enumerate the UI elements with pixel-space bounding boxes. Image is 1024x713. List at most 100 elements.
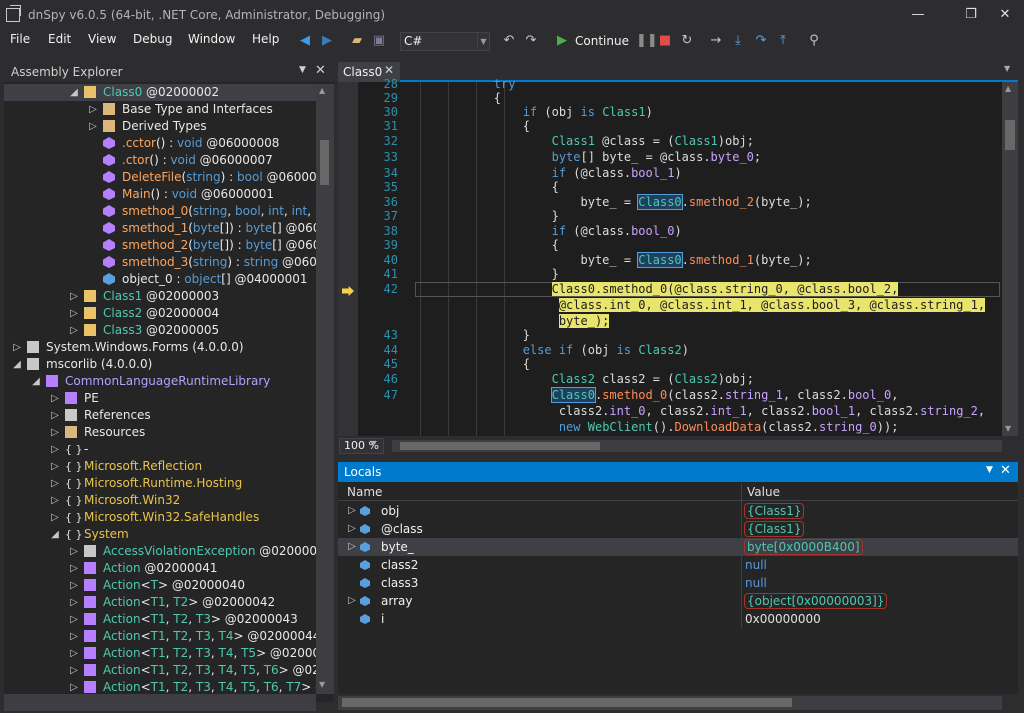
minimize-button[interactable]: —: [903, 4, 933, 26]
menu-view[interactable]: View: [88, 32, 116, 46]
close-panel-icon[interactable]: ✕: [315, 63, 326, 78]
tree-node[interactable]: ▷ References: [4, 407, 316, 424]
expand-icon[interactable]: ▷: [69, 288, 79, 305]
collapse-icon[interactable]: ◢: [12, 356, 22, 373]
tree-node[interactable]: ▷ Action<T> @02000040: [4, 577, 316, 594]
locals-row[interactable]: ▷ obj {Class1}: [338, 502, 1018, 520]
expand-icon[interactable]: ▷: [88, 101, 98, 118]
tree-node[interactable]: ▷ Action<T1, T2, T3, T4, T5, T6, T7> @020: [4, 679, 316, 694]
tree-node[interactable]: ▷ { } Microsoft.Win32.SafeHandles: [4, 509, 316, 526]
expand-icon[interactable]: ▷: [347, 541, 357, 552]
local-value[interactable]: null: [745, 558, 767, 572]
stop-icon[interactable]: ■: [656, 32, 674, 50]
expand-icon[interactable]: ▷: [69, 645, 79, 662]
tree-scroll-thumb[interactable]: [320, 140, 329, 185]
expand-icon[interactable]: ▷: [69, 305, 79, 322]
expand-icon[interactable]: ▷: [50, 390, 60, 407]
local-value[interactable]: {Class1}: [743, 503, 805, 519]
locals-row[interactable]: class3 null: [338, 574, 1018, 592]
tree-node[interactable]: ▷ AccessViolationException @0200008F: [4, 543, 316, 560]
expand-icon[interactable]: ▷: [69, 628, 79, 645]
tree-node[interactable]: ◢ CommonLanguageRuntimeLibrary: [4, 373, 316, 390]
chevron-down-icon[interactable]: ▼: [370, 439, 382, 448]
expand-icon[interactable]: ▷: [50, 441, 60, 458]
locals-row[interactable]: i 0x00000000: [338, 610, 1018, 628]
local-value[interactable]: {object[0x00000003]}: [743, 593, 888, 609]
undo-icon[interactable]: ↶: [500, 32, 518, 50]
expand-icon[interactable]: ▷: [50, 475, 60, 492]
tree-node[interactable]: ◢ Class0 @02000002: [4, 84, 316, 101]
tree-node[interactable]: smethod_0(string, bool, int, int, bool: [4, 203, 316, 220]
tree-node[interactable]: ▷ System.Windows.Forms (4.0.0.0): [4, 339, 316, 356]
forward-icon[interactable]: ▶: [318, 32, 336, 50]
expand-icon[interactable]: ▷: [347, 505, 357, 516]
menu-debug[interactable]: Debug: [133, 32, 172, 46]
tree-node[interactable]: ▷ { } Microsoft.Reflection: [4, 458, 316, 475]
column-name-header[interactable]: Name: [347, 485, 382, 499]
chevron-down-icon[interactable]: ▼: [299, 65, 306, 75]
expand-icon[interactable]: ▷: [50, 509, 60, 526]
locals-hscroll-thumb[interactable]: [342, 698, 792, 707]
expand-icon[interactable]: ▷: [50, 407, 60, 424]
expand-icon[interactable]: ▷: [347, 523, 357, 534]
back-icon[interactable]: ◀: [296, 32, 314, 50]
close-panel-icon[interactable]: ✕: [1000, 463, 1011, 478]
maximize-button[interactable]: ❐: [956, 4, 986, 26]
expand-icon[interactable]: ▷: [69, 611, 79, 628]
scroll-down-icon[interactable]: ▼: [1005, 424, 1011, 433]
tree-node[interactable]: ▷ Action<T1, T2, T3, T4, T5> @0200004A: [4, 645, 316, 662]
expand-icon[interactable]: ▷: [69, 543, 79, 560]
expand-icon[interactable]: ▷: [50, 458, 60, 475]
scroll-up-icon[interactable]: ▲: [1005, 84, 1011, 93]
locals-row[interactable]: ▷ @class {Class1}: [338, 520, 1018, 538]
local-value[interactable]: null: [745, 576, 767, 590]
code-scroll-thumb[interactable]: [1005, 120, 1015, 150]
language-select[interactable]: C# ▼: [400, 32, 490, 51]
tree-node[interactable]: ◢ mscorlib (4.0.0.0): [4, 356, 316, 373]
tree-node[interactable]: ▷ Derived Types: [4, 118, 316, 135]
search-icon[interactable]: ⚲: [805, 32, 823, 50]
tree-node[interactable]: DeleteFile(string) : bool @06000006: [4, 169, 316, 186]
expand-icon[interactable]: ▷: [69, 594, 79, 611]
expand-icon[interactable]: ▷: [69, 560, 79, 577]
pause-icon[interactable]: ❚❚: [636, 32, 658, 50]
step-out-icon[interactable]: ⤒: [774, 32, 792, 50]
step-over-icon[interactable]: ↷: [752, 32, 770, 50]
expand-icon[interactable]: ▷: [69, 662, 79, 679]
expand-icon[interactable]: ▷: [69, 577, 79, 594]
scroll-down-icon[interactable]: ▼: [319, 680, 325, 689]
step-into-icon[interactable]: ⤓: [729, 32, 747, 50]
local-value[interactable]: byte[0x0000B400]: [744, 539, 863, 555]
tree-node[interactable]: smethod_2(byte[]) : byte[] @0600000: [4, 237, 316, 254]
expand-icon[interactable]: ▷: [347, 595, 357, 606]
locals-row[interactable]: ▷ array {object[0x00000003]}: [338, 592, 1018, 610]
tree-node[interactable]: .cctor() : void @06000008: [4, 135, 316, 152]
continue-icon[interactable]: ▶: [553, 32, 571, 50]
scroll-up-icon[interactable]: ▲: [319, 86, 325, 95]
tree-node[interactable]: ▷ Resources: [4, 424, 316, 441]
collapse-icon[interactable]: ◢: [31, 373, 41, 390]
expand-icon[interactable]: ▷: [88, 118, 98, 135]
tree-node[interactable]: ▷ Class3 @02000005: [4, 322, 316, 339]
close-window-button[interactable]: ✕: [990, 4, 1020, 26]
tree-node[interactable]: ▷ Action<T1, T2, T3, T4, T5, T6> @0200004: [4, 662, 316, 679]
tree-node[interactable]: smethod_1(byte[]) : byte[] @0600000: [4, 220, 316, 237]
tree-node[interactable]: ▷ Action<T1, T2, T3> @02000043: [4, 611, 316, 628]
tree-node[interactable]: ▷ { } -: [4, 441, 316, 458]
restart-icon[interactable]: ↻: [678, 32, 696, 50]
tree-node[interactable]: object_0 : object[] @04000001: [4, 271, 316, 288]
collapse-icon[interactable]: ◢: [69, 84, 79, 101]
menu-edit[interactable]: Edit: [48, 32, 71, 46]
chevron-down-icon[interactable]: ▼: [1004, 64, 1010, 73]
continue-button[interactable]: Continue: [575, 34, 629, 48]
tree-horizontal-scrollbar[interactable]: [4, 694, 316, 711]
tree-node[interactable]: smethod_3(string) : string @0600000: [4, 254, 316, 271]
tree-node[interactable]: ▷ { } Microsoft.Win32: [4, 492, 316, 509]
expand-icon[interactable]: ▷: [69, 679, 79, 694]
column-value-header[interactable]: Value: [747, 485, 780, 499]
collapse-icon[interactable]: ◢: [50, 526, 60, 543]
tree-node[interactable]: ▷ Action<T1, T2> @02000042: [4, 594, 316, 611]
tree-node[interactable]: ▷ Base Type and Interfaces: [4, 101, 316, 118]
tree-node[interactable]: ▷ PE: [4, 390, 316, 407]
save-icon[interactable]: ▣: [370, 32, 388, 50]
